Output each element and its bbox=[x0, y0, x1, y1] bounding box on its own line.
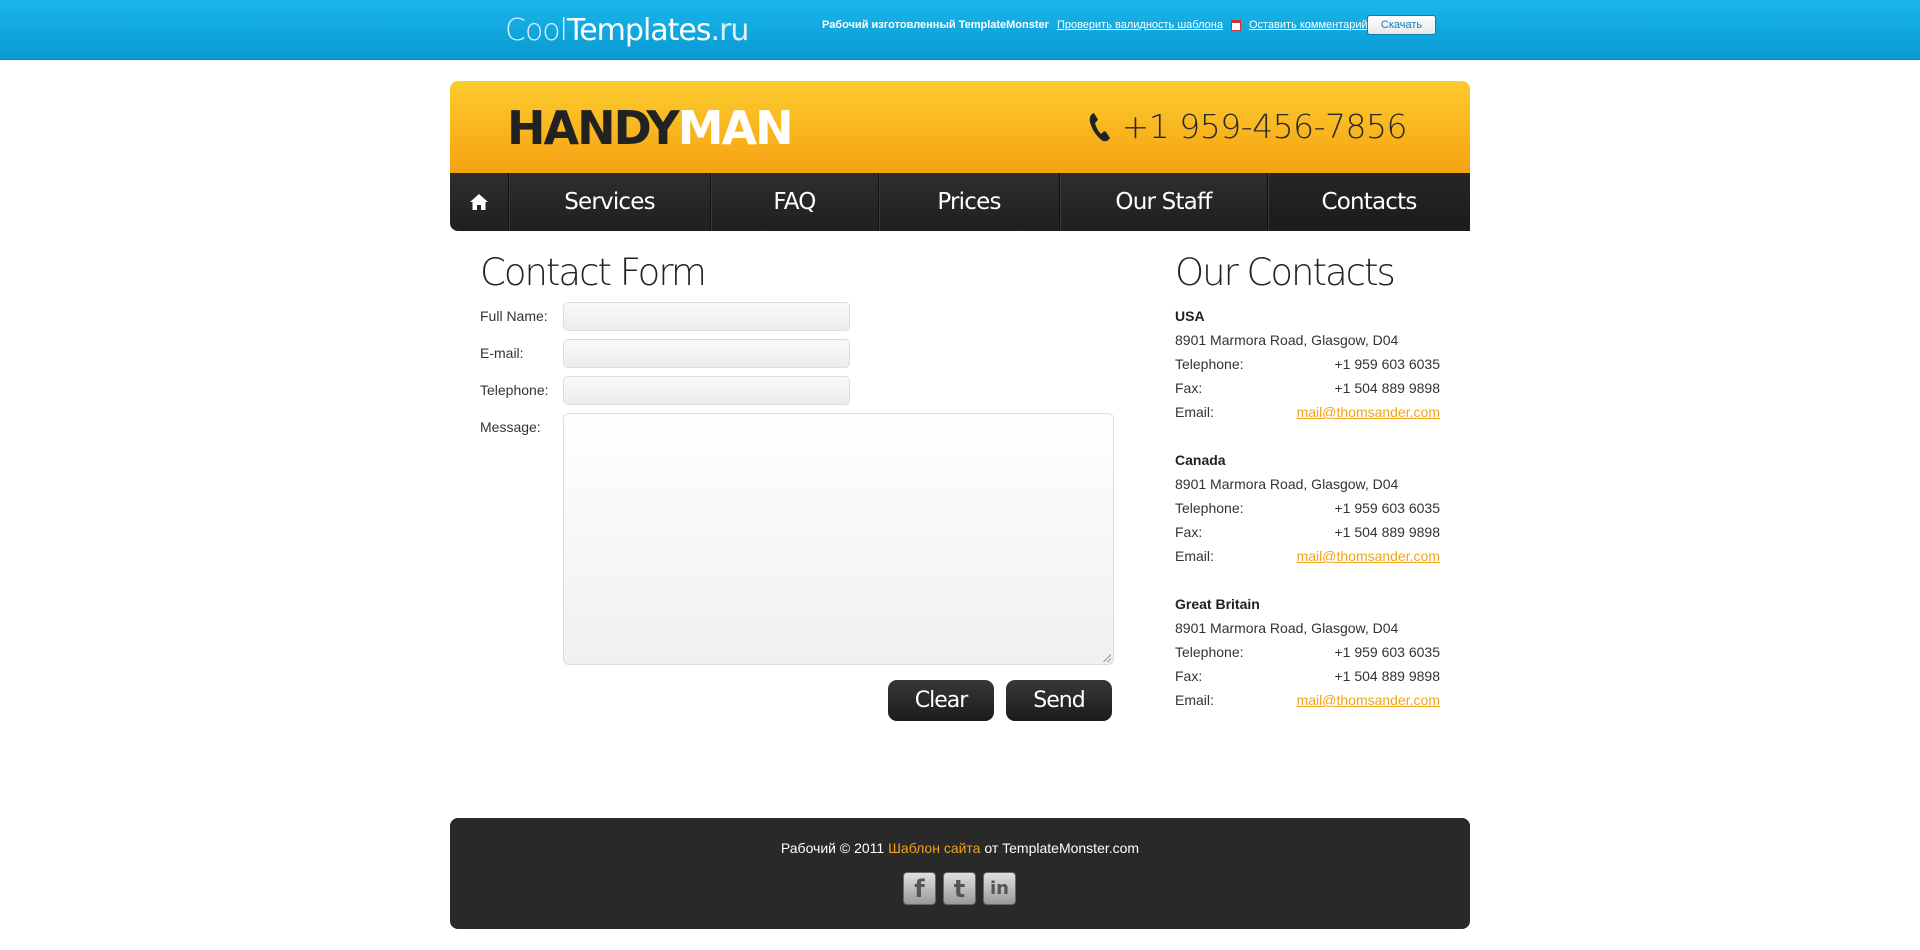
nav-prices[interactable]: Prices bbox=[878, 173, 1059, 231]
email-label: Email: bbox=[1175, 692, 1214, 708]
message-textarea[interactable] bbox=[563, 413, 1114, 665]
social-links: f t in bbox=[903, 872, 1016, 905]
nav-prices-label: Prices bbox=[937, 189, 1001, 215]
fax-value: +1 504 889 9898 bbox=[1334, 668, 1441, 684]
home-icon bbox=[470, 194, 488, 210]
office-country: USA bbox=[1175, 308, 1205, 324]
office-country: Great Britain bbox=[1175, 596, 1260, 612]
made-by-text: Рабочий изготовленный TemplateMonster bbox=[822, 19, 1049, 31]
download-button[interactable]: Скачать bbox=[1367, 15, 1436, 35]
resize-handle-icon[interactable] bbox=[1103, 654, 1111, 662]
email-label: Email: bbox=[1175, 404, 1214, 420]
telephone-input[interactable] bbox=[563, 376, 850, 405]
site-logo[interactable]: CoolTemplates.ru bbox=[505, 13, 750, 48]
nav-contacts[interactable]: Contacts bbox=[1267, 173, 1470, 231]
office-address: 8901 Marmora Road, Glasgow, D04 bbox=[1175, 332, 1399, 348]
fax-label: Fax: bbox=[1175, 524, 1203, 540]
telephone-label: Telephone: bbox=[1175, 644, 1244, 660]
email-link[interactable]: mail@thomsander.com bbox=[1297, 544, 1440, 568]
nav-faq-label: FAQ bbox=[773, 189, 816, 215]
template-link[interactable]: Шаблон сайта bbox=[888, 840, 980, 856]
email-input[interactable] bbox=[563, 339, 850, 368]
telephone-label: Telephone: bbox=[480, 382, 549, 398]
site-header: HANDYMAN +1 959-456-7856 bbox=[450, 81, 1470, 173]
office-country: Canada bbox=[1175, 452, 1226, 468]
office-block: USA 8901 Marmora Road, Glasgow, D04 Tele… bbox=[1175, 304, 1440, 424]
top-bar: CoolTemplates.ru Рабочий изготовленный T… bbox=[0, 0, 1920, 60]
telephone-label: Telephone: bbox=[1175, 500, 1244, 516]
telephone-value: +1 959 603 6035 bbox=[1334, 356, 1441, 372]
brand-man: MAN bbox=[677, 101, 794, 155]
nav-home[interactable] bbox=[450, 173, 508, 231]
message-label: Message: bbox=[480, 419, 541, 435]
fax-label: Fax: bbox=[1175, 380, 1203, 396]
email-label: Email: bbox=[1175, 548, 1214, 564]
office-block: Canada 8901 Marmora Road, Glasgow, D04 T… bbox=[1175, 448, 1440, 568]
footer-copyright: Рабочий © 2011 Шаблон сайта от TemplateM… bbox=[450, 840, 1470, 856]
fax-value: +1 504 889 9898 bbox=[1334, 524, 1441, 540]
office-address: 8901 Marmora Road, Glasgow, D04 bbox=[1175, 620, 1399, 636]
clear-button[interactable]: Clear bbox=[888, 680, 994, 721]
nav-faq[interactable]: FAQ bbox=[710, 173, 878, 231]
phone-number: +1 959-456-7856 bbox=[1121, 107, 1408, 146]
telephone-value: +1 959 603 6035 bbox=[1334, 644, 1441, 660]
nav-our-staff[interactable]: Our Staff bbox=[1059, 173, 1267, 231]
nav-our-staff-label: Our Staff bbox=[1115, 189, 1212, 215]
nav-services[interactable]: Services bbox=[508, 173, 710, 231]
email-link[interactable]: mail@thomsander.com bbox=[1297, 688, 1440, 712]
full-name-label: Full Name: bbox=[480, 308, 548, 324]
validate-link[interactable]: Проверить валидность шаблона bbox=[1057, 19, 1223, 31]
twitter-icon[interactable]: t bbox=[943, 872, 976, 905]
contact-form-title: Contact Form bbox=[480, 251, 707, 294]
nav-services-label: Services bbox=[564, 189, 655, 215]
logo-part-domain: .ru bbox=[710, 13, 750, 48]
telephone-value: +1 959 603 6035 bbox=[1334, 500, 1441, 516]
send-button[interactable]: Send bbox=[1006, 680, 1112, 721]
office-address: 8901 Marmora Road, Glasgow, D04 bbox=[1175, 476, 1399, 492]
copyright-suffix: от TemplateMonster.com bbox=[984, 840, 1140, 856]
header-phone: +1 959-456-7856 bbox=[1088, 107, 1408, 146]
full-name-input[interactable] bbox=[563, 302, 850, 331]
phone-icon bbox=[1089, 112, 1110, 141]
site-footer: Рабочий © 2011 Шаблон сайта от TemplateM… bbox=[450, 818, 1470, 929]
contacts-list: USA 8901 Marmora Road, Glasgow, D04 Tele… bbox=[1175, 304, 1440, 736]
top-links: Рабочий изготовленный TemplateMonster Пр… bbox=[822, 19, 1368, 31]
email-label: E-mail: bbox=[480, 345, 524, 361]
facebook-icon[interactable]: f bbox=[903, 872, 936, 905]
logo-part-templates: Templates bbox=[567, 13, 712, 48]
notepad-icon bbox=[1230, 19, 1241, 31]
office-block: Great Britain 8901 Marmora Road, Glasgow… bbox=[1175, 592, 1440, 712]
email-link[interactable]: mail@thomsander.com bbox=[1297, 400, 1440, 424]
brand-handy: HANDY bbox=[507, 101, 680, 155]
our-contacts-title: Our Contacts bbox=[1175, 251, 1396, 294]
main-nav: Services FAQ Prices Our Staff Contacts bbox=[450, 173, 1470, 231]
logo-part-cool: Cool bbox=[505, 13, 568, 48]
copyright-prefix: Рабочий © 2011 bbox=[780, 840, 885, 856]
nav-contacts-label: Contacts bbox=[1321, 189, 1417, 215]
fax-value: +1 504 889 9898 bbox=[1334, 380, 1441, 396]
linkedin-icon[interactable]: in bbox=[983, 872, 1016, 905]
comment-link[interactable]: Оставить комментарий bbox=[1249, 19, 1368, 31]
fax-label: Fax: bbox=[1175, 668, 1203, 684]
brand-logo[interactable]: HANDYMAN bbox=[507, 101, 794, 155]
telephone-label: Telephone: bbox=[1175, 356, 1244, 372]
